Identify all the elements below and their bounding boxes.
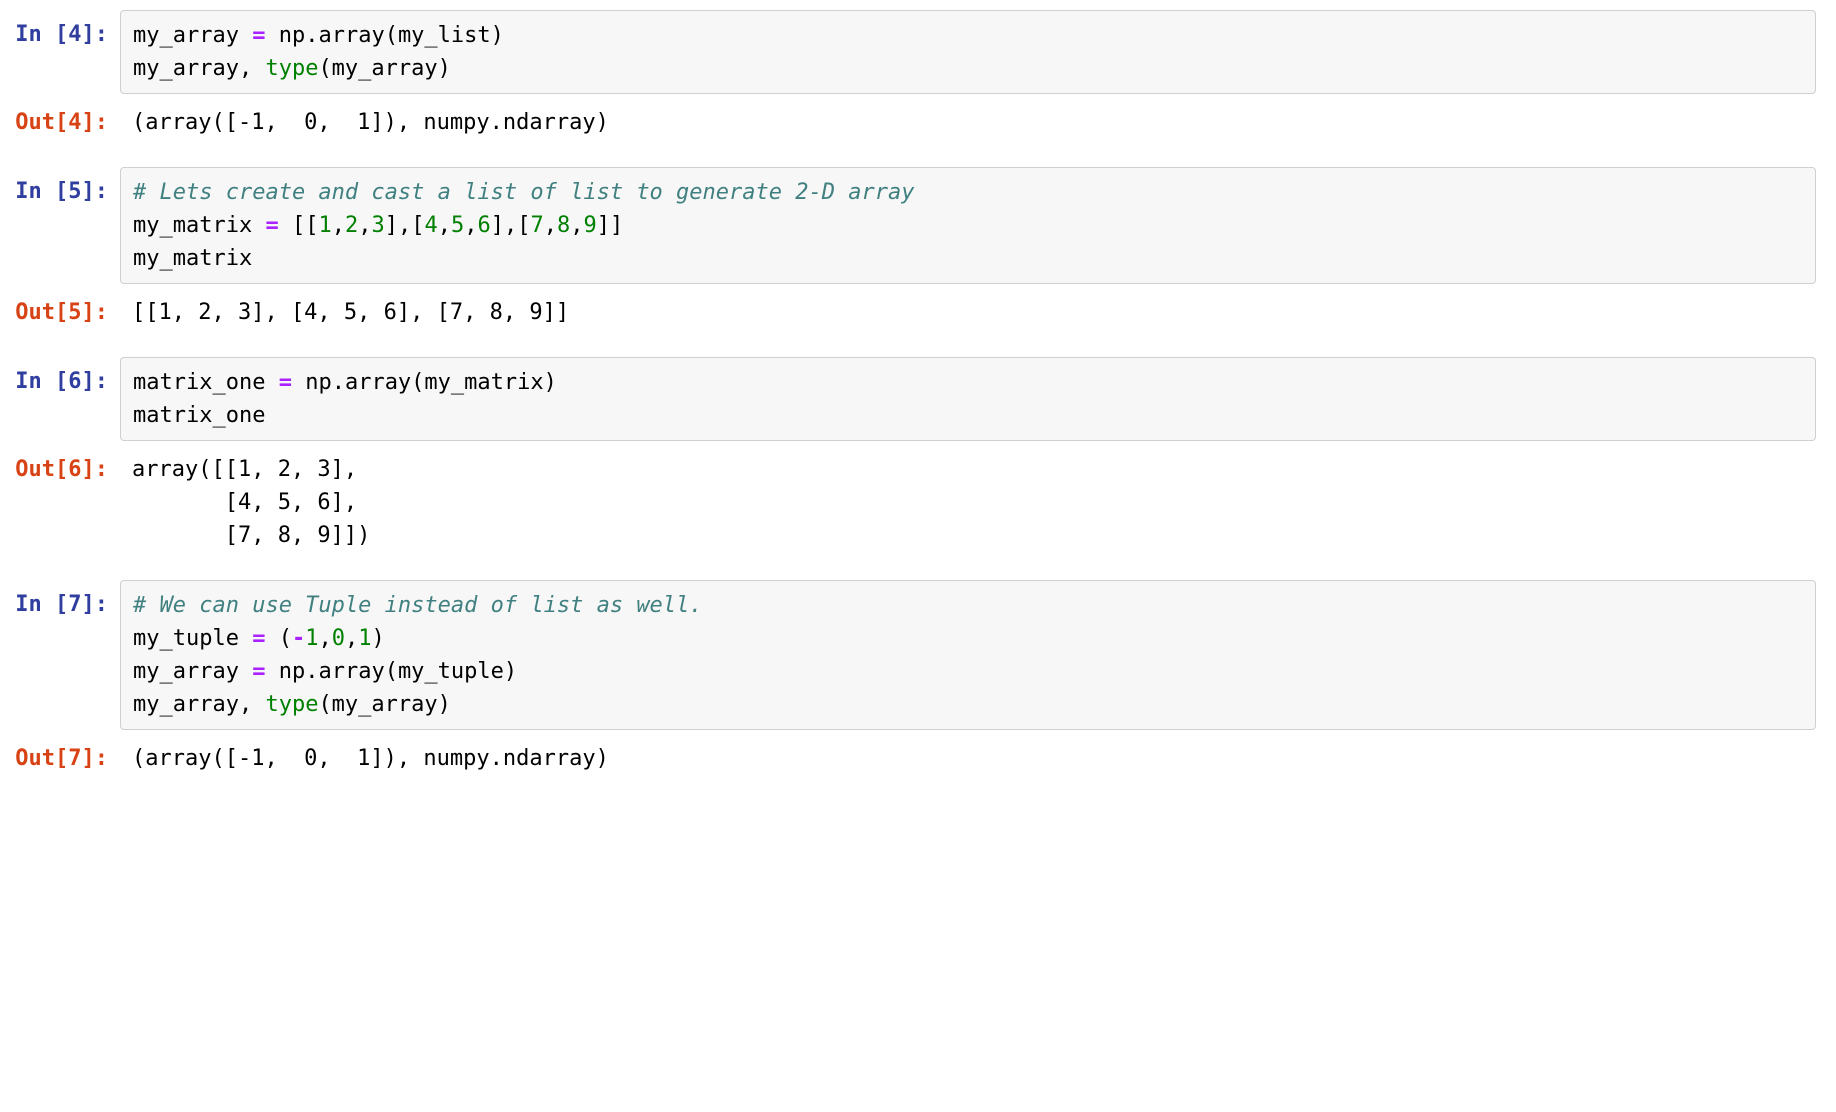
code-token: . — [332, 370, 345, 395]
code-token: 8 — [557, 213, 570, 238]
code-line: # We can use Tuple instead of list as we… — [133, 589, 1803, 622]
code-token: ( — [265, 626, 292, 651]
code-token: . — [305, 659, 318, 684]
code-token: , — [570, 213, 583, 238]
code-token: 1 — [305, 626, 318, 651]
input-prompt: In [5]: — [0, 167, 120, 208]
code-token: my_array, — [133, 692, 265, 717]
notebook-container: In [4]:my_array = np.array(my_list)my_ar… — [0, 10, 1836, 803]
input-cell: In [5]: # Lets create and cast a list of … — [0, 167, 1836, 288]
code-token: - — [292, 626, 305, 651]
output-area: [[1, 2, 3], [4, 5, 6], [7, 8, 9]] — [120, 288, 1816, 337]
input-cell: In [6]:matrix_one = np.array(my_matrix)m… — [0, 357, 1836, 445]
code-token: 7 — [530, 213, 543, 238]
code-token: # Lets create and cast a list of list to… — [133, 180, 914, 205]
input-prompt: In [7]: — [0, 580, 120, 621]
output-prompt: Out[5]: — [0, 288, 120, 329]
code-token: type — [265, 692, 318, 717]
code-input-area[interactable]: # Lets create and cast a list of list to… — [120, 167, 1816, 284]
output-cell: Out[6]: array([[1, 2, 3], [4, 5, 6], [7, … — [0, 445, 1836, 580]
code-token: (my_array) — [318, 56, 450, 81]
code-token: = — [252, 626, 265, 651]
code-token: 1 — [358, 626, 371, 651]
code-line: # Lets create and cast a list of list to… — [133, 176, 1803, 209]
code-token: (my_array) — [318, 692, 450, 717]
code-token: , — [464, 213, 477, 238]
code-token: 2 — [345, 213, 358, 238]
code-input-area[interactable]: # We can use Tuple instead of list as we… — [120, 580, 1816, 730]
code-token: . — [305, 23, 318, 48]
code-line: my_array = np.array(my_list) — [133, 19, 1803, 52]
output-text: array([[1, 2, 3], [4, 5, 6], [7, 8, 9]]) — [132, 453, 1804, 552]
code-token: ],[ — [491, 213, 531, 238]
code-line: my_array, type(my_array) — [133, 688, 1803, 721]
code-token: my_array, — [133, 56, 265, 81]
code-token: matrix_one — [133, 370, 279, 395]
output-prompt: Out[6]: — [0, 445, 120, 486]
code-line: my_matrix — [133, 242, 1803, 275]
code-token: array(my_list) — [318, 23, 503, 48]
input-prompt: In [4]: — [0, 10, 120, 51]
code-token: 9 — [583, 213, 596, 238]
code-token: my_matrix — [133, 246, 252, 271]
input-prompt: In [6]: — [0, 357, 120, 398]
output-text: [[1, 2, 3], [4, 5, 6], [7, 8, 9]] — [132, 296, 1804, 329]
code-token: 4 — [424, 213, 437, 238]
code-token: my_array — [133, 659, 252, 684]
code-token: 1 — [318, 213, 331, 238]
output-text: (array([-1, 0, 1]), numpy.ndarray) — [132, 106, 1804, 139]
output-cell: Out[7]: (array([-1, 0, 1]), numpy.ndarray… — [0, 734, 1836, 803]
code-token: = — [252, 659, 265, 684]
output-prompt: Out[7]: — [0, 734, 120, 775]
code-token: ],[ — [385, 213, 425, 238]
code-token: , — [544, 213, 557, 238]
code-token: = — [265, 213, 278, 238]
code-token: , — [345, 626, 358, 651]
code-token: , — [318, 626, 331, 651]
code-token: [[ — [279, 213, 319, 238]
code-token: , — [358, 213, 371, 238]
code-token: 6 — [477, 213, 490, 238]
output-text: (array([-1, 0, 1]), numpy.ndarray) — [132, 742, 1804, 775]
output-area: array([[1, 2, 3], [4, 5, 6], [7, 8, 9]]) — [120, 445, 1816, 560]
code-token: array(my_matrix) — [345, 370, 557, 395]
code-token: matrix_one — [133, 403, 265, 428]
code-token: my_matrix — [133, 213, 265, 238]
code-token: my_tuple — [133, 626, 252, 651]
code-line: my_array, type(my_array) — [133, 52, 1803, 85]
code-token: = — [252, 23, 265, 48]
code-token: , — [332, 213, 345, 238]
code-input-area[interactable]: matrix_one = np.array(my_matrix)matrix_o… — [120, 357, 1816, 441]
code-line: my_matrix = [[1,2,3],[4,5,6],[7,8,9]] — [133, 209, 1803, 242]
code-line: my_array = np.array(my_tuple) — [133, 655, 1803, 688]
code-token: # We can use Tuple instead of list as we… — [133, 593, 703, 618]
code-token: type — [265, 56, 318, 81]
code-input-area[interactable]: my_array = np.array(my_list)my_array, ty… — [120, 10, 1816, 94]
code-token: 3 — [371, 213, 384, 238]
output-prompt: Out[4]: — [0, 98, 120, 139]
output-cell: Out[4]: (array([-1, 0, 1]), numpy.ndarray… — [0, 98, 1836, 167]
code-token: np — [265, 23, 305, 48]
output-area: (array([-1, 0, 1]), numpy.ndarray) — [120, 734, 1816, 783]
code-token: 0 — [332, 626, 345, 651]
code-line: matrix_one — [133, 399, 1803, 432]
input-cell: In [7]: # We can use Tuple instead of lis… — [0, 580, 1836, 734]
code-token: np — [292, 370, 332, 395]
code-line: matrix_one = np.array(my_matrix) — [133, 366, 1803, 399]
output-area: (array([-1, 0, 1]), numpy.ndarray) — [120, 98, 1816, 147]
output-cell: Out[5]: [[1, 2, 3], [4, 5, 6], [7, 8, 9]] — [0, 288, 1836, 357]
code-token: , — [438, 213, 451, 238]
code-token: = — [279, 370, 292, 395]
code-line: my_tuple = (-1,0,1) — [133, 622, 1803, 655]
code-token: ]] — [597, 213, 624, 238]
input-cell: In [4]:my_array = np.array(my_list)my_ar… — [0, 10, 1836, 98]
code-token: ) — [371, 626, 384, 651]
code-token: np — [265, 659, 305, 684]
code-token: my_array — [133, 23, 252, 48]
code-token: array(my_tuple) — [318, 659, 517, 684]
code-token: 5 — [451, 213, 464, 238]
